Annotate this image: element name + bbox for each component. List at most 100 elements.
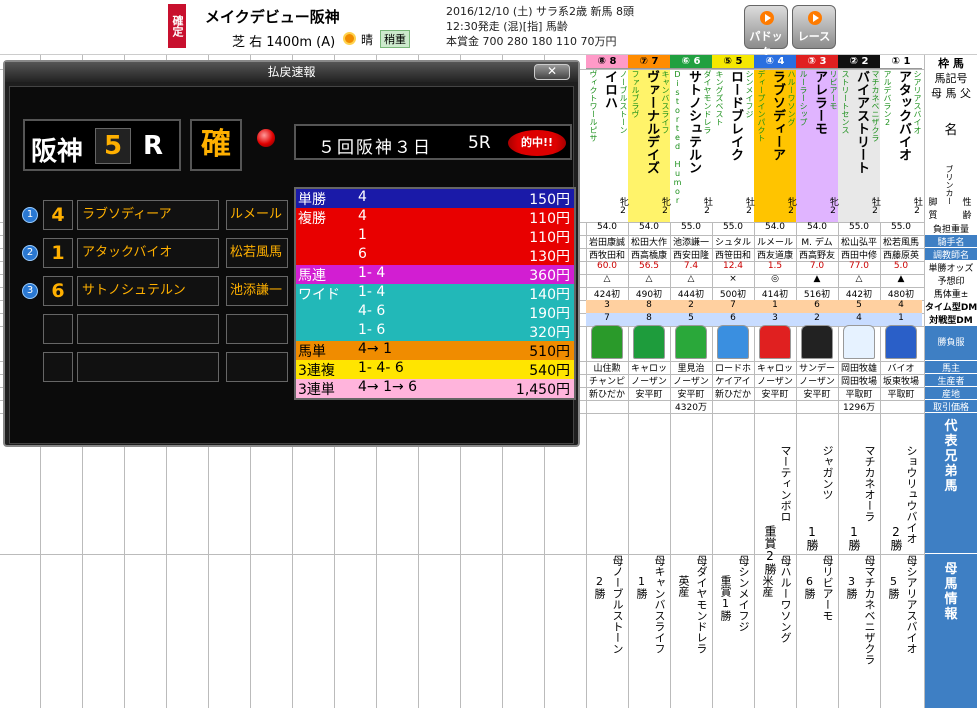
- panel-titlebar[interactable]: 払戻速報 ✕: [5, 62, 578, 82]
- cell-odds: 5.0: [893, 261, 909, 271]
- horse-name[interactable]: ラブソディーア: [768, 70, 786, 218]
- payout-amount: 540円: [529, 363, 570, 379]
- horse-name[interactable]: サトノシュテルン: [684, 70, 702, 218]
- cell-jockey: 松山弘平: [840, 238, 877, 248]
- cell-origin: 平取町: [845, 390, 873, 400]
- cell-weight: 55.0: [848, 222, 870, 232]
- payout-table: 単勝 4 150円 複勝 4 110円 1 110円 6 130円 馬連 1- 4 360円 ワイド 1- …: [294, 187, 576, 400]
- cell-breeder: ノーザン: [673, 377, 709, 387]
- horse-dam: ダイヤモンドレラ: [703, 70, 712, 134]
- payout-amount: 1,450円: [515, 382, 570, 398]
- bet-type: 複勝: [298, 211, 326, 227]
- race-button[interactable]: レース: [792, 5, 836, 49]
- meeting-box: ５回阪神３日 5R 的中!!: [294, 124, 572, 160]
- payout-row: 複勝 4 110円: [296, 208, 574, 227]
- horse-name: サトノシュテルン: [77, 276, 219, 306]
- dam-name: 母ダイヤモンドレラ: [695, 555, 708, 654]
- dam-wins: 6勝: [803, 575, 816, 599]
- cell-jockey: 池添謙一: [672, 238, 709, 248]
- sibling-name: ジャガンツ: [821, 445, 834, 500]
- cell-price: [880, 400, 922, 413]
- cell-price: 4320万: [675, 403, 707, 413]
- cell-jockey: 岩田康誠: [588, 238, 625, 248]
- cell-jockey: シュタル: [714, 238, 751, 248]
- sibling-wins: 2勝: [889, 525, 903, 551]
- bet-combination: 4- 6: [358, 303, 386, 319]
- silk-icon: [885, 325, 917, 359]
- label-banushi: 馬主: [925, 361, 977, 373]
- position-circle: 2: [22, 245, 38, 261]
- horse-name[interactable]: イロハ: [600, 70, 618, 218]
- close-button[interactable]: ✕: [534, 64, 570, 80]
- bet-combination: 1- 6: [358, 322, 386, 338]
- cell-owner: 岡田牧雄: [840, 364, 877, 374]
- payout-row: 馬単 4→ 1 510円: [296, 341, 574, 360]
- dam-wins: 米産: [761, 575, 774, 597]
- horse-number: 1: [43, 238, 73, 268]
- meeting-race: 5R: [468, 133, 491, 153]
- cell-price: [712, 400, 754, 413]
- cell-origin: 新ひだか: [714, 390, 751, 400]
- payout-amount: 110円: [529, 230, 570, 246]
- cell-tdm: 4: [880, 300, 922, 313]
- play-icon: [808, 11, 822, 25]
- label-haha-uma-chichi: 母 馬 父: [931, 87, 971, 100]
- label-futan: 負担重量: [932, 225, 969, 234]
- label-torihiki: 取引価格: [925, 400, 977, 412]
- race-meta-line: 12:30発走 (混)[指] 馬齢: [446, 20, 568, 33]
- horse-dam: ハルーワソング: [787, 70, 796, 126]
- horse-name[interactable]: ヴァーナルデイズ: [642, 70, 660, 218]
- venue-name: 阪神: [31, 137, 84, 167]
- horse-column[interactable]: ② 2 ストリートセンス バイアストリート マチカネベニザクラ 牡2 55.0 松山弘平 西田…: [838, 55, 880, 708]
- label-kishu: 騎手名: [925, 235, 977, 247]
- label-waku-uma: 枠 馬: [938, 57, 964, 69]
- paddock-button[interactable]: パドック: [744, 5, 788, 59]
- horse-column[interactable]: ⑧ 8 ヴィクトワールピサ イロハ ノーブルストーン 牝2 54.0 岩田康誠 西牧田和 60.…: [586, 55, 628, 708]
- horse-column[interactable]: ① 1 アルデバラン2 アタックバイオ シアリアスバイオ 牡2 55.0 松若風馬 西藤原英 5…: [880, 55, 922, 708]
- horse-sex-age: 牝2: [828, 197, 838, 216]
- horse-column[interactable]: ⑥ 6 Distorted Humor サトノシュテルン ダイヤモンドレラ 牡2 55.0…: [670, 55, 712, 708]
- horse-dam: リビアーモ: [829, 70, 838, 110]
- horse-dam: シアリアスバイオ: [913, 70, 922, 134]
- horse-column[interactable]: ④ 4 ディープインパクト ラブソディーア ハルーワソング 牝2 54.0 ルメール 西友道康…: [754, 55, 796, 708]
- cell-jockey: ルメール: [756, 238, 793, 248]
- silk-icon: [843, 325, 875, 359]
- cell-owner: キャロッ: [630, 364, 667, 374]
- cell-origin: 安平町: [635, 390, 663, 400]
- payout-amount: 360円: [529, 268, 570, 284]
- bet-combination: 4→ 1: [358, 341, 392, 357]
- horse-column[interactable]: ⑦ 7 ファルブラヴ ヴァーナルデイズ キャンバスライフ 牝2 54.0 松田大作 西高橋康 5…: [628, 55, 670, 708]
- dam-name: 母リビアーモ: [821, 555, 834, 621]
- horse-dam-sire: アルデバラン2: [883, 70, 892, 127]
- dam-wins: 3勝: [845, 575, 858, 599]
- cell-owner: ロードホ: [714, 364, 751, 374]
- horse-number: ⑦ 7: [628, 55, 670, 69]
- bet-type: 単勝: [298, 192, 326, 208]
- confirmed-badge: 確定: [168, 4, 186, 48]
- horse-name[interactable]: バイアストリート: [852, 70, 870, 218]
- horse-column[interactable]: ③ 3 ルーラーシップ アレラーモ リビアーモ 牝2 54.0 M. デム 西高野友 7.0 ▲ 5…: [796, 55, 838, 708]
- race-r: R: [143, 131, 164, 161]
- payout-row: ワイド 1- 4 140円: [296, 284, 574, 303]
- race-number: 5: [95, 128, 131, 164]
- cell-price: [586, 400, 628, 413]
- horse-number: ⑥ 6: [670, 55, 712, 69]
- horse-name[interactable]: アレラーモ: [810, 70, 828, 218]
- silk-icon: [759, 325, 791, 359]
- horse-column[interactable]: ⑤ 5 キングズベスト ロードブレイク シンメイフジ 牡2 55.0 シュタル 西笹田和 12.…: [712, 55, 754, 708]
- horse-name[interactable]: ロードブレイク: [726, 70, 744, 218]
- cell-tdm: 8: [628, 300, 670, 313]
- kakutei-box: 確: [190, 119, 242, 171]
- label-taisen: 対戦型DM: [929, 316, 973, 325]
- bet-combination: 1- 4: [358, 265, 386, 281]
- horse-dam-sire: キングズベスト: [715, 70, 724, 126]
- horse-sex-age: 牡2: [702, 197, 712, 216]
- jockey-name: ルメール: [226, 200, 288, 230]
- cell-breeder: ノーザン: [799, 377, 835, 387]
- label-kyakushitsu: 脚質: [928, 198, 938, 221]
- horse-number: ④ 4: [754, 55, 796, 69]
- horse-dam: シンメイフジ: [745, 70, 754, 118]
- horse-name[interactable]: アタックバイオ: [894, 70, 912, 218]
- horse-sex-age: 牡2: [744, 197, 754, 216]
- cell-bw: 500初: [719, 290, 747, 300]
